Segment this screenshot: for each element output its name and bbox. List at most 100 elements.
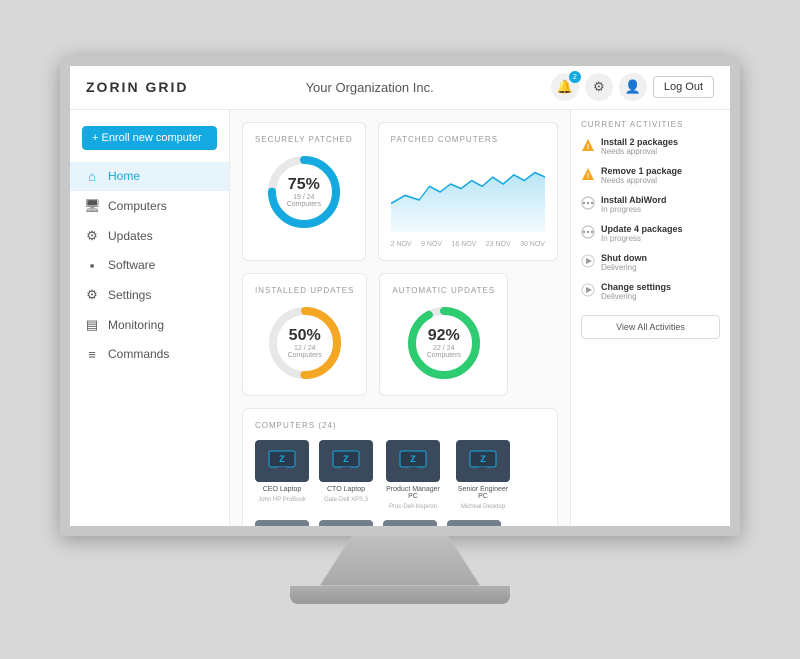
activity-text-1: Install 2 packages Needs approval [601,137,720,156]
installed-label: 12 / 24Computers [288,345,322,359]
auto-center: 92% 22 / 24Computers [427,327,461,359]
activities-title: CURRENT ACTIVITIES [581,120,720,129]
main-content: SECURELY PATCHED 75% 19 / 24Computers [230,110,570,526]
chart-label-5: 30 NOV [520,241,545,248]
sidebar-item-label: Updates [108,229,153,243]
svg-text:!: ! [587,144,589,151]
patched-circle: 75% 19 / 24Computers [264,152,344,232]
installed-updates-card: INSTALLED UPDATES 50% 12 / 24Computers [242,273,367,396]
sidebar-item-software[interactable]: ▪ Software [70,251,229,280]
computer-item[interactable]: Z [319,520,373,526]
settings-icon: ⚙ [84,287,100,303]
sidebar-item-monitoring[interactable]: ▤ Monitoring [70,310,229,340]
computer-item[interactable]: Z Senior Engineer PC Micheal Desktop [453,440,513,510]
activity-status-4: In progress [601,234,720,243]
notification-button[interactable]: 🔔 2 [551,73,579,101]
layout: + Enroll new computer ⌂ Home 🖥 Computers… [70,110,730,526]
monitor-base [290,586,510,604]
sidebar-item-computers[interactable]: 🖥 Computers [70,191,229,221]
chart-label-3: 16 NOV [451,241,476,248]
chart-label-2: 9 NOV [421,241,442,248]
activity-status-3: In progress [601,205,720,214]
computer-item[interactable]: Z [383,520,437,526]
patched-center: 75% 19 / 24Computers [287,176,321,208]
svg-text:Z: Z [410,454,416,464]
activity-status-6: Delivering [601,292,720,301]
sidebar-item-label: Commands [108,347,169,361]
activity-text-3: Install AbiWord In progress [601,195,720,214]
patched-label: 19 / 24Computers [287,194,321,208]
computer-item[interactable]: Z CTO Laptop Gate-Dell XPS 3 [319,440,373,510]
view-all-button[interactable]: View All Activities [581,315,720,339]
activity-status-5: Delivering [601,263,720,272]
sidebar-item-settings[interactable]: ⚙ Settings [70,280,229,310]
computer-name: Product Manager PC [383,486,443,500]
svg-text:Z: Z [279,454,285,464]
row-patched: SECURELY PATCHED 75% 19 / 24Computers [242,122,558,261]
sidebar-item-updates[interactable]: ⚙ Updates [70,221,229,251]
activity-text-2: Remove 1 package Needs approval [601,166,720,185]
activity-item-2: ! Remove 1 package Needs approval [581,166,720,185]
computer-name: CTO Laptop [327,486,365,493]
activity-name-3: Install AbiWord [601,195,720,205]
patched-computers-card: PATCHED COMPUTERS [378,122,558,261]
chart-label-1: 2 NOV [391,241,412,248]
sidebar-item-label: Software [108,258,155,272]
warning-icon-1: ! [581,138,595,152]
activity-name-5: Shut down [601,253,720,263]
logout-button[interactable]: Log Out [653,76,714,98]
monitoring-icon: ▤ [84,317,100,333]
settings-button[interactable]: ⚙ [585,73,613,101]
activity-item-3: Install AbiWord In progress [581,195,720,214]
deliver-icon-1 [581,254,595,268]
computer-model: Gate-Dell XPS 3 [324,497,368,503]
computer-item[interactable]: Z Product Manager PC Proc-Dell-Inspiron [383,440,443,510]
sidebar-item-home[interactable]: ⌂ Home [70,162,229,191]
svg-text:Z: Z [480,454,486,464]
computer-icon: Z [456,440,510,482]
svg-text:Z: Z [343,454,349,464]
securely-patched-title: SECURELY PATCHED [255,135,353,144]
computer-icon: Z [383,520,437,526]
auto-circle: 92% 22 / 24Computers [404,303,484,383]
automatic-updates-card: AUTOMATIC UPDATES 92% 22 / 24Computers [379,273,508,396]
computer-item[interactable]: Z [447,520,501,526]
activity-item-6: Change settings Delivering [581,282,720,301]
activity-name-4: Update 4 packages [601,224,720,234]
activity-status-2: Needs approval [601,176,720,185]
computer-model: Proc-Dell-Inspiron [389,504,437,510]
auto-percent: 92% [427,327,461,345]
patched-chart-title: PATCHED COMPUTERS [391,135,545,144]
warning-icon-2: ! [581,167,595,181]
computer-icon: Z [386,440,440,482]
computer-icon: Z [255,440,309,482]
monitor-wrapper: ZORIN GRID Your Organization Inc. 🔔 2 ⚙ … [60,56,740,604]
computer-item[interactable]: Z CEO Laptop John HP ProBook [255,440,309,510]
computers-section: COMPUTERS (24) Z CEO Laptop John HP ProB… [242,408,558,526]
notification-badge: 2 [569,71,581,83]
updates-icon: ⚙ [84,228,100,244]
auto-label: 22 / 24Computers [427,345,461,359]
computer-icon: Z [255,520,309,526]
right-panel: CURRENT ACTIVITIES ! Install 2 packages … [570,110,730,526]
activity-item-1: ! Install 2 packages Needs approval [581,137,720,156]
user-button[interactable]: 👤 [619,73,647,101]
sidebar-item-commands[interactable]: ≡ Commands [70,340,229,369]
monitor-icon: 🖥 [84,198,100,214]
app: ZORIN GRID Your Organization Inc. 🔔 2 ⚙ … [70,66,730,526]
chart-label-4: 23 NOV [486,241,511,248]
activity-item-5: Shut down Delivering [581,253,720,272]
commands-icon: ≡ [84,347,100,362]
computer-model: John HP ProBook [258,497,306,503]
enroll-button[interactable]: + Enroll new computer [82,126,217,150]
row-updates: INSTALLED UPDATES 50% 12 / 24Computers [242,273,558,396]
software-icon: ▪ [84,258,100,273]
computer-item[interactable]: Z [255,520,309,526]
computers-grid: Z CEO Laptop John HP ProBook Z CTO Lapto… [255,440,545,510]
computer-icon: Z [319,520,373,526]
computers-grid-2: Z Z Z [255,520,545,526]
header: ZORIN GRID Your Organization Inc. 🔔 2 ⚙ … [70,66,730,110]
activity-name-6: Change settings [601,282,720,292]
sidebar: + Enroll new computer ⌂ Home 🖥 Computers… [70,110,230,526]
progress-icon-2 [581,225,595,239]
